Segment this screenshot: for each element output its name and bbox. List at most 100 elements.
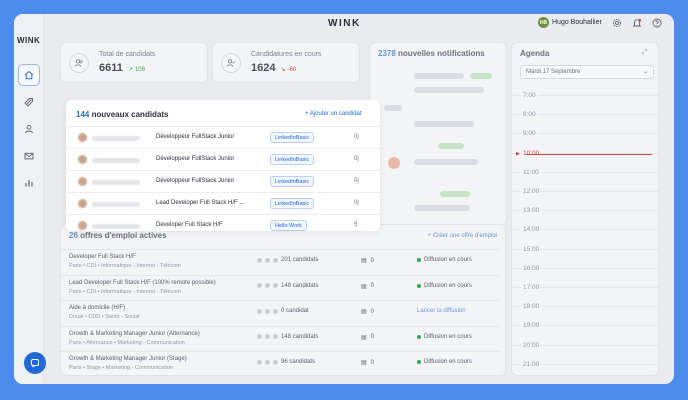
hour-label: 21:00 <box>521 360 542 368</box>
offers-label: offres d'emploi actives <box>80 231 167 240</box>
offer-status-cell: Diffusion en cours <box>417 359 472 365</box>
hour-label: 12:00 <box>521 188 542 195</box>
offer-status: Diffusion en cours <box>424 282 472 289</box>
stat-delta: -60 <box>287 67 297 73</box>
offer-candidates: 0 candidat <box>257 308 309 314</box>
candidate-job: Lead Developer Full Stack H/F ... <box>156 200 245 206</box>
offer-status-cell: Diffusion en cours <box>417 334 472 340</box>
offers-count: 26 <box>69 231 78 240</box>
hour-label: 16:00 <box>521 264 542 272</box>
offer-message-count: 0 <box>370 257 375 264</box>
candidate-job: Développeur FullStack Junior <box>156 134 235 140</box>
users-icon <box>69 53 89 73</box>
candidate-row[interactable]: Développeur FullStack Junior LinkedInBasi… <box>66 126 380 148</box>
candidate-time: 0j <box>354 156 359 162</box>
stat-label: Candidatures en cours <box>251 51 322 58</box>
offer-status-cell: Diffusion en cours <box>417 283 472 289</box>
offer-title: Growth & Marketing Manager Junior (Stage… <box>69 356 187 362</box>
topbar: WINK HB Hugo Bouhallier <box>44 14 674 40</box>
blurred-tag <box>438 143 464 149</box>
mini-avatar <box>273 283 278 288</box>
candidate-row[interactable]: Développeur FullStack Junior LinkedInBasi… <box>66 170 380 192</box>
message-icon: ▤ <box>361 309 367 315</box>
offer-message-count: 0 <box>370 359 375 366</box>
notifications-count: 2378 <box>378 49 396 58</box>
status-dot <box>417 360 421 364</box>
blurred-content <box>414 87 484 93</box>
sidebar-logo: WINK <box>17 36 41 45</box>
source-badge: Hello Work <box>270 220 307 231</box>
mini-avatar <box>273 334 278 339</box>
message-icon: ▤ <box>361 258 367 264</box>
offer-row[interactable]: Lead Developer Full Stack H/F (100% remo… <box>61 274 499 300</box>
chat-button[interactable] <box>24 352 46 374</box>
agenda-title: Agenda <box>520 49 550 58</box>
hour-label: 9:00 <box>521 130 538 138</box>
launch-diffusion-link[interactable]: Lancer la diffusion <box>417 308 466 314</box>
source-badge: LinkedInBasic <box>270 154 315 165</box>
offers-title: 26 offres d'emploi actives <box>69 231 167 240</box>
avatar <box>78 199 87 208</box>
current-time-line <box>526 153 652 155</box>
mini-avatar <box>273 257 278 263</box>
status-dot <box>417 334 421 339</box>
create-offer-link[interactable]: + Créer une offre d'emploi <box>428 233 497 239</box>
trend-down-icon: ↘ <box>280 67 286 73</box>
home-icon[interactable] <box>18 64 40 86</box>
date-select[interactable]: Mardi 17 Septembre ⌄ <box>520 65 654 79</box>
offer-messages: ▤ 0 <box>361 308 375 316</box>
candidate-time: 5 <box>354 222 358 228</box>
hour-label: 13:00 <box>521 207 542 215</box>
status-dot <box>417 258 421 262</box>
offer-row[interactable]: Growth & Marketing Manager Junior (Alter… <box>61 325 499 351</box>
offer-meta: Paris • Stage • Marketing - Communicatio… <box>69 365 174 371</box>
chart-icon[interactable] <box>18 172 40 194</box>
stat-card-in-progress[interactable]: Candidatures en cours 1624 ↘ -60 <box>212 42 360 83</box>
notifications-label: nouvelles notifications <box>398 49 485 58</box>
user-menu[interactable]: HB Hugo Bouhallier <box>538 17 602 28</box>
offer-title: Aide à domicile (H/F) <box>69 305 126 311</box>
offer-candidates: 96 candidats <box>257 359 315 365</box>
user-icon[interactable] <box>18 118 40 140</box>
avatar <box>78 155 87 164</box>
offer-status: Diffusion en cours <box>424 359 472 365</box>
mini-avatar <box>257 359 262 365</box>
candidate-time: 0j <box>354 178 359 184</box>
offer-meta: Paris • CDI • Informatique - Internet - … <box>69 288 181 295</box>
user-name: Hugo Bouhallier <box>552 19 602 26</box>
candidate-time: 0j <box>354 134 359 140</box>
offer-title: Developer Full Stack H/F <box>69 254 136 260</box>
blurred-name <box>92 180 140 185</box>
mini-avatar <box>265 334 270 339</box>
new-candidates-title: 144 nouveaux candidats <box>76 110 169 119</box>
stat-card-candidates[interactable]: Total de candidats 6611 ↗ 108 <box>60 42 208 83</box>
candidate-row[interactable]: Developer Full Stack H/F Hello Work 5 <box>66 214 380 231</box>
blurred-content <box>414 159 478 165</box>
candidate-row[interactable]: Développeur FullStack Junior LinkedInBasi… <box>66 148 380 170</box>
offer-row[interactable]: Developer Full Stack H/F Paris • CDI • In… <box>61 249 499 274</box>
new-candidates-label: nouveaux candidats <box>91 110 169 119</box>
help-icon[interactable] <box>651 17 663 29</box>
rocket-icon[interactable] <box>18 91 40 113</box>
offer-message-count: 0 <box>370 308 375 315</box>
blurred-content <box>414 205 470 211</box>
stat-number: 1624 <box>251 62 276 74</box>
offers-card: 26 offres d'emploi actives + Créer une o… <box>60 224 506 376</box>
user-check-icon <box>221 53 241 73</box>
offer-candidate-count: 0 candidat <box>281 308 309 314</box>
offer-row[interactable]: Growth & Marketing Manager Junior (Stage… <box>61 351 499 375</box>
candidate-row[interactable]: Lead Developer Full Stack H/F ... LinkedI… <box>66 192 380 214</box>
add-candidate-link[interactable]: + Ajouter un candidat <box>305 111 362 117</box>
hour-label: 14:00 <box>521 226 542 234</box>
agenda-hour-slot[interactable]: 21:00 <box>512 360 658 375</box>
hour-label: 17:00 <box>521 284 542 291</box>
bell-icon[interactable] <box>631 17 643 29</box>
gear-icon[interactable] <box>611 17 623 29</box>
new-candidates-count: 144 <box>76 110 90 119</box>
offer-row[interactable]: Aide à domicile (H/F) Douai • CDD • Santé… <box>61 300 499 325</box>
mini-avatar <box>257 257 262 263</box>
mail-icon[interactable] <box>18 145 40 167</box>
blurred-tag <box>470 73 492 79</box>
expand-icon[interactable]: ⤢ <box>642 49 650 57</box>
blurred-content <box>384 105 402 111</box>
